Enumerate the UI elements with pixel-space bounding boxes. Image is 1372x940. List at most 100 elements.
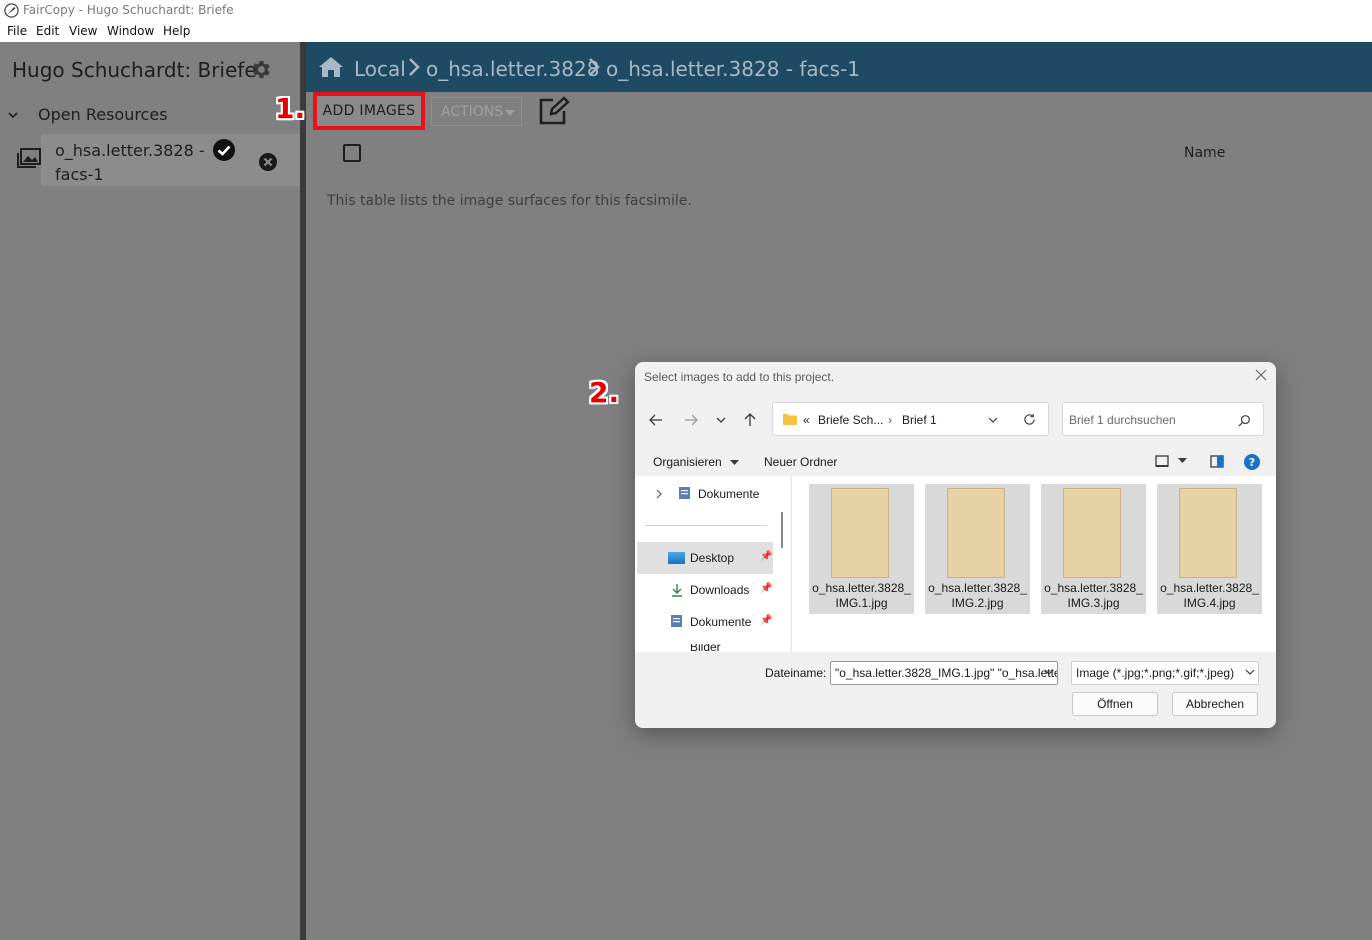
help-icon[interactable]: ? xyxy=(1244,454,1260,470)
file-item[interactable]: o_hsa.letter.3828_ IMG.2.jpg xyxy=(925,484,1030,614)
menu-edit[interactable]: Edit xyxy=(36,24,59,38)
sidebar: Hugo Schuchardt: Briefe Open Resources o… xyxy=(0,42,300,940)
breadcrumb-bar: Local o_hsa.letter.3828 o_hsa.letter.382… xyxy=(306,42,1372,92)
images-icon xyxy=(17,148,41,168)
chevron-right-icon xyxy=(589,58,600,76)
dialog-title: Select images to add to this project. xyxy=(644,370,835,384)
column-header-name[interactable]: Name xyxy=(1184,145,1225,161)
menu-file[interactable]: File xyxy=(7,24,27,38)
nav-scrollbar[interactable] xyxy=(781,512,783,548)
actions-button[interactable]: ACTIONS xyxy=(431,97,522,126)
chevron-down-icon[interactable] xyxy=(988,417,998,423)
resource-label-line1: o_hsa.letter.3828 - xyxy=(55,141,205,160)
file-name-line2: IMG.1.jpg xyxy=(835,596,888,610)
svg-text:?: ? xyxy=(1249,456,1255,469)
filetype-select[interactable]: Image (*.jpg;*.png;*.gif;*.jpeg) xyxy=(1071,661,1259,685)
chevron-down-icon[interactable] xyxy=(6,108,20,122)
actions-label: ACTIONS xyxy=(441,103,504,120)
close-icon[interactable] xyxy=(1255,369,1267,381)
menubar: File Edit View Window Help xyxy=(0,22,1372,42)
file-open-dialog: Select images to add to this project. « … xyxy=(635,362,1276,728)
chevron-down-icon[interactable] xyxy=(1245,669,1255,675)
step-2-annotation: 2. xyxy=(589,376,620,409)
caret-down-icon[interactable] xyxy=(1178,458,1187,464)
home-icon[interactable] xyxy=(318,56,344,78)
nav-item-downloads[interactable]: Downloads xyxy=(690,583,749,597)
refresh-icon[interactable] xyxy=(1023,413,1036,426)
edit-icon[interactable] xyxy=(537,96,571,126)
add-images-button[interactable]: ADD IMAGES xyxy=(313,92,425,130)
resource-label-line2: facs-1 xyxy=(55,165,104,184)
organize-menu[interactable]: Organisieren xyxy=(653,455,740,469)
address-prefix: « xyxy=(803,413,810,427)
search-placeholder: Brief 1 durchsuchen xyxy=(1069,413,1176,427)
letter-thumbnail-image xyxy=(831,488,889,578)
file-name-line2: IMG.2.jpg xyxy=(951,596,1004,610)
menu-window[interactable]: Window xyxy=(107,24,154,38)
nav-item-dokumente[interactable]: Dokumente xyxy=(690,615,751,629)
breadcrumb-facsimile: o_hsa.letter.3828 - facs-1 xyxy=(606,57,861,81)
nav-item-bilder[interactable]: Bilder xyxy=(690,644,721,652)
chevron-down-icon[interactable] xyxy=(1044,669,1054,675)
breadcrumb-letter[interactable]: o_hsa.letter.3828 xyxy=(426,57,599,81)
address-segment-current[interactable]: Brief 1 xyxy=(902,413,937,427)
search-input[interactable]: Brief 1 durchsuchen xyxy=(1062,402,1264,436)
file-item[interactable]: o_hsa.letter.3828_ IMG.1.jpg xyxy=(809,484,914,614)
window-titlebar: FairCopy - Hugo Schuchardt: Briefe xyxy=(0,0,1372,22)
up-arrow-icon[interactable] xyxy=(742,412,758,428)
pin-icon: 📌 xyxy=(760,551,773,562)
caret-down-icon xyxy=(730,460,740,465)
open-resources-label: Open Resources xyxy=(38,105,168,124)
faircopy-app-icon xyxy=(4,3,19,18)
caret-down-icon xyxy=(505,110,516,116)
back-arrow-icon[interactable] xyxy=(648,412,664,428)
project-title: Hugo Schuchardt: Briefe xyxy=(12,58,257,82)
pin-icon: 📌 xyxy=(760,615,773,626)
file-item[interactable]: o_hsa.letter.3828_ IMG.4.jpg xyxy=(1157,484,1262,614)
step-1-annotation: 1. xyxy=(275,92,306,125)
filename-input[interactable]: "o_hsa.letter.3828_IMG.1.jpg" "o_hsa.let… xyxy=(830,661,1058,685)
letter-thumbnail-image xyxy=(947,488,1005,578)
menu-view[interactable]: View xyxy=(69,24,97,38)
pin-icon: 📌 xyxy=(760,583,773,594)
file-name-line2: IMG.3.jpg xyxy=(1067,596,1120,610)
file-name-line1: o_hsa.letter.3828_ xyxy=(1160,581,1259,595)
documents-icon xyxy=(679,487,690,499)
nav-item-desktop[interactable]: Desktop xyxy=(690,551,734,565)
address-separator: › xyxy=(888,413,892,427)
select-all-checkbox[interactable] xyxy=(343,144,361,162)
recent-locations-chevron-icon[interactable] xyxy=(713,412,729,428)
address-segment-parent[interactable]: Briefe Sch... xyxy=(818,413,883,427)
sidebar-divider[interactable] xyxy=(300,42,306,940)
open-button[interactable]: Öffnen xyxy=(1072,692,1158,716)
organize-label: Organisieren xyxy=(653,455,722,469)
menu-help[interactable]: Help xyxy=(163,24,190,38)
chevron-right-icon xyxy=(409,58,420,76)
search-icon xyxy=(1238,415,1250,427)
file-name-line1: o_hsa.letter.3828_ xyxy=(928,581,1027,595)
check-circle-icon xyxy=(213,139,235,161)
forward-arrow-icon[interactable] xyxy=(683,412,699,428)
file-name-line1: o_hsa.letter.3828_ xyxy=(812,581,911,595)
file-name-line2: IMG.4.jpg xyxy=(1183,596,1236,610)
nav-item-dokumente-root[interactable]: Dokumente xyxy=(698,487,759,501)
breadcrumb-local[interactable]: Local xyxy=(354,57,406,81)
nav-divider xyxy=(645,525,767,526)
resource-label[interactable]: o_hsa.letter.3828 - facs-1 xyxy=(55,139,205,187)
preview-pane-icon[interactable] xyxy=(1210,455,1224,468)
close-circle-icon[interactable] xyxy=(258,152,278,172)
address-bar[interactable]: « Briefe Sch... › Brief 1 xyxy=(772,402,1049,436)
gear-icon[interactable] xyxy=(249,58,272,81)
cancel-button[interactable]: Abbrechen xyxy=(1172,692,1258,716)
letter-thumbnail-image xyxy=(1179,488,1237,578)
view-mode-icon[interactable] xyxy=(1155,455,1169,468)
empty-table-hint: This table lists the image surfaces for … xyxy=(327,193,692,209)
new-folder-button[interactable]: Neuer Ordner xyxy=(764,455,837,469)
window-title: FairCopy - Hugo Schuchardt: Briefe xyxy=(23,3,234,17)
desktop-icon xyxy=(668,552,685,564)
file-name-line1: o_hsa.letter.3828_ xyxy=(1044,581,1143,595)
download-icon xyxy=(672,584,682,597)
letter-thumbnail-image xyxy=(1063,488,1121,578)
file-item[interactable]: o_hsa.letter.3828_ IMG.3.jpg xyxy=(1041,484,1146,614)
chevron-right-icon[interactable] xyxy=(655,489,663,499)
